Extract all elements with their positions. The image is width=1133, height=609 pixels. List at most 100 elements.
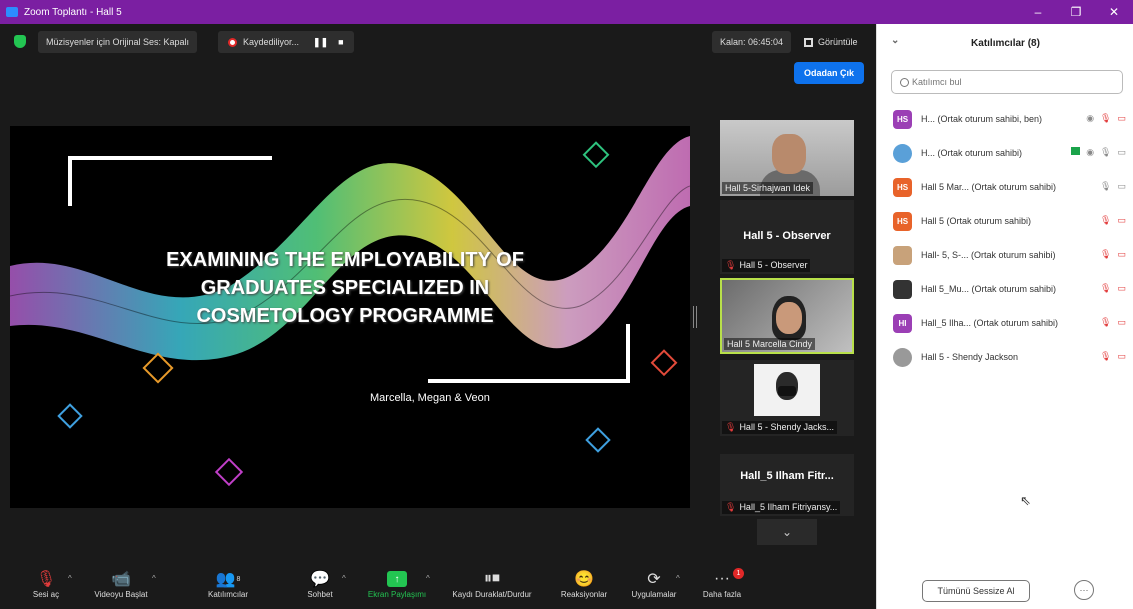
mic-icon[interactable]: 🎙 bbox=[1100, 147, 1111, 158]
slide-title: EXAMINING THE EMPLOYABILITY OF GRADUATES… bbox=[130, 246, 560, 330]
chat-label: Sohbet bbox=[307, 590, 333, 599]
participants-button[interactable]: 👥 8 Katılımcılar bbox=[198, 568, 258, 599]
muted-mic-icon: 🎙 bbox=[35, 571, 57, 588]
minimize-button[interactable]: – bbox=[1019, 0, 1057, 24]
meeting-area: Müzisyenler için Orijinal Ses: Kapalı Ka… bbox=[0, 24, 876, 609]
participant-name: H... (Ortak oturum sahibi, ben) bbox=[921, 114, 1043, 124]
participant-status-icons: 🎙 ▭ bbox=[1100, 317, 1126, 328]
recording-icon: ◉ bbox=[1086, 113, 1095, 123]
grid-view-icon bbox=[804, 37, 813, 47]
share-options-caret-icon[interactable]: ^ bbox=[426, 574, 430, 583]
participant-row[interactable]: HS H... (Ortak oturum sahibi, ben) ◉ 🎙 ▭ bbox=[877, 102, 1133, 136]
close-button[interactable]: ✕ bbox=[1095, 0, 1133, 24]
chat-button[interactable]: 💬 Sohbet ^ bbox=[298, 568, 345, 599]
participant-row[interactable]: HI Hall_5 Ilha... (Ortak oturum sahibi) … bbox=[877, 306, 1133, 340]
participant-row[interactable]: HS Hall 5 Mar... (Ortak oturum sahibi) 🎙… bbox=[877, 170, 1133, 204]
muted-mic-icon: 🎙 bbox=[725, 260, 737, 270]
title-bar: Zoom Toplantı - Hall 5 – ❐ ✕ bbox=[0, 0, 1133, 24]
video-off-icon: ▭ bbox=[1117, 317, 1126, 327]
chat-icon: 💬 bbox=[310, 571, 330, 588]
video-tile[interactable]: 🎙 Hall 5 - Shendy Jacks... bbox=[720, 360, 854, 436]
zoom-app-icon bbox=[6, 7, 18, 17]
participant-row[interactable]: Hall- 5, S-... (Ortak oturum sahibi) 🎙 ▭ bbox=[877, 238, 1133, 272]
participant-search[interactable] bbox=[891, 70, 1123, 94]
collapse-chevron-icon[interactable]: ⌄ bbox=[891, 35, 899, 46]
participant-search-input[interactable] bbox=[912, 77, 1102, 87]
participant-status-icons: 🎙 ▭ bbox=[1100, 249, 1126, 260]
leave-room-button[interactable]: Odadan Çık bbox=[794, 62, 864, 84]
recording-label: Kaydediliyor... bbox=[243, 37, 300, 47]
security-shield-icon[interactable] bbox=[14, 35, 26, 48]
more-button[interactable]: ··· Daha fazla 1 bbox=[698, 568, 746, 599]
participant-status-icons: 🎙 ▭ bbox=[1100, 351, 1126, 362]
video-off-icon: ▭ bbox=[1117, 283, 1126, 293]
meeting-top-bar: Müzisyenler için Orijinal Ses: Kapalı Ka… bbox=[0, 24, 876, 58]
scroll-down-chevron-icon[interactable]: ⌄ bbox=[757, 519, 817, 545]
unmute-button[interactable]: 🎙 Sesi aç ^ bbox=[26, 568, 72, 599]
participant-row[interactable]: Hall 5_Mu... (Ortak oturum sahibi) 🎙 ▭ bbox=[877, 272, 1133, 306]
panel-more-options-button[interactable]: ··· bbox=[1074, 580, 1094, 600]
profile-picture bbox=[754, 364, 820, 416]
chat-options-caret-icon[interactable]: ^ bbox=[342, 574, 346, 583]
window-controls: – ❐ ✕ bbox=[1019, 0, 1133, 24]
start-video-button[interactable]: 📹 Videoyu Başlat ^ bbox=[86, 568, 156, 599]
shared-screen-slide: EXAMINING THE EMPLOYABILITY OF GRADUATES… bbox=[10, 126, 690, 508]
participant-video-face bbox=[776, 302, 802, 334]
share-screen-button[interactable]: ↑ Ekran Paylaşımı ^ bbox=[360, 568, 434, 599]
audio-options-caret-icon[interactable]: ^ bbox=[68, 574, 72, 583]
muted-mic-icon[interactable]: 🎙 bbox=[1100, 249, 1111, 260]
search-icon bbox=[900, 77, 909, 87]
participant-name: Hall 5 Mar... (Ortak oturum sahibi) bbox=[921, 182, 1057, 192]
avatar: HI bbox=[893, 313, 912, 333]
recording-indicator: Kaydediliyor... ❚❚ ■ bbox=[218, 31, 354, 53]
participants-label: Katılımcılar bbox=[207, 590, 248, 599]
participants-icon: 👥 8 bbox=[215, 571, 241, 588]
slide-authors: Marcella, Megan & Veon bbox=[370, 392, 490, 404]
participant-row[interactable]: Hall 5 - Shendy Jackson 🎙 ▭ bbox=[877, 340, 1133, 374]
avatar bbox=[893, 279, 912, 299]
meeting-toolbar: 🎙 Sesi aç ^ 📹 Videoyu Başlat ^ 👥 8 Katılı… bbox=[0, 564, 876, 609]
muted-mic-icon[interactable]: 🎙 bbox=[1100, 351, 1111, 362]
apps-button[interactable]: ⟳ Uygulamalar ^ bbox=[626, 568, 682, 599]
stop-recording-icon[interactable]: ■ bbox=[338, 37, 343, 47]
pause-stop-recording-button[interactable]: ⏸⏹ Kaydı Duraklat/Durdur bbox=[444, 568, 540, 599]
video-tile-active-speaker[interactable]: Hall 5 Marcella Cindy bbox=[720, 278, 854, 354]
participant-status-icons: ◉ 🎙 ▭ bbox=[1086, 113, 1126, 124]
panel-resize-handle[interactable] bbox=[693, 306, 697, 328]
muted-mic-icon[interactable]: 🎙 bbox=[1100, 113, 1111, 124]
participant-status-icons: 🎙 ▭ bbox=[1100, 283, 1126, 294]
participant-status-icons: 🎙 ▭ bbox=[1100, 181, 1126, 192]
avatar: HS bbox=[893, 211, 912, 231]
mute-all-button[interactable]: Tümünü Sessize Al bbox=[922, 580, 1030, 602]
participant-name: Hall- 5, S-... (Ortak oturum sahibi) bbox=[921, 250, 1056, 260]
video-off-icon: ▭ bbox=[1117, 215, 1126, 225]
video-tile[interactable]: Hall 5 - Observer 🎙 Hall 5 - Observer bbox=[720, 200, 854, 274]
muted-mic-icon[interactable]: 🎙 bbox=[1100, 283, 1111, 294]
muted-mic-icon[interactable]: 🎙 bbox=[1100, 215, 1111, 226]
participant-row[interactable]: H... (Ortak oturum sahibi) ◉ 🎙 ▭ bbox=[877, 136, 1133, 170]
maximize-button[interactable]: ❐ bbox=[1057, 0, 1095, 24]
more-label: Daha fazla bbox=[702, 590, 742, 599]
slide-title-line: COSMETOLOGY PROGRAMME bbox=[196, 305, 494, 327]
original-sound-button[interactable]: Müzisyenler için Orijinal Ses: Kapalı bbox=[38, 31, 198, 53]
video-tile-label-text: Hall_5 Ilham Fitriyansy... bbox=[739, 502, 838, 512]
participant-row[interactable]: HS Hall 5 (Ortak oturum sahibi) 🎙 ▭ bbox=[877, 204, 1133, 238]
participant-name: H... (Ortak oturum sahibi) bbox=[921, 148, 1023, 158]
video-tile-name: Hall 5 - Observer bbox=[743, 230, 831, 242]
mic-icon[interactable]: 🎙 bbox=[1100, 181, 1111, 192]
participants-panel: ⌄ Katılımcılar (8) HS H... (Ortak oturum… bbox=[876, 24, 1133, 609]
view-button[interactable]: Görüntüle bbox=[796, 31, 866, 53]
share-screen-icon: ↑ bbox=[360, 568, 434, 590]
video-options-caret-icon[interactable]: ^ bbox=[152, 574, 156, 583]
apps-options-caret-icon[interactable]: ^ bbox=[676, 574, 680, 583]
participant-name: Hall_5 Ilha... (Ortak oturum sahibi) bbox=[921, 318, 1059, 328]
video-tile[interactable]: Hall 5-Sirhajwan Idek bbox=[720, 120, 854, 196]
participants-count: 8 bbox=[236, 575, 241, 583]
recording-icon: ◉ bbox=[1086, 147, 1095, 157]
reactions-button[interactable]: 😊 Reaksiyonlar bbox=[558, 568, 610, 599]
participant-name: Hall 5 - Shendy Jackson bbox=[921, 352, 1019, 362]
participant-list: HS H... (Ortak oturum sahibi, ben) ◉ 🎙 ▭ H… bbox=[877, 102, 1133, 374]
video-tile[interactable]: Hall_5 Ilham Fitr... 🎙 Hall_5 Ilham Fitri… bbox=[720, 454, 854, 516]
muted-mic-icon[interactable]: 🎙 bbox=[1100, 317, 1111, 328]
pause-recording-icon[interactable]: ❚❚ bbox=[313, 37, 328, 48]
